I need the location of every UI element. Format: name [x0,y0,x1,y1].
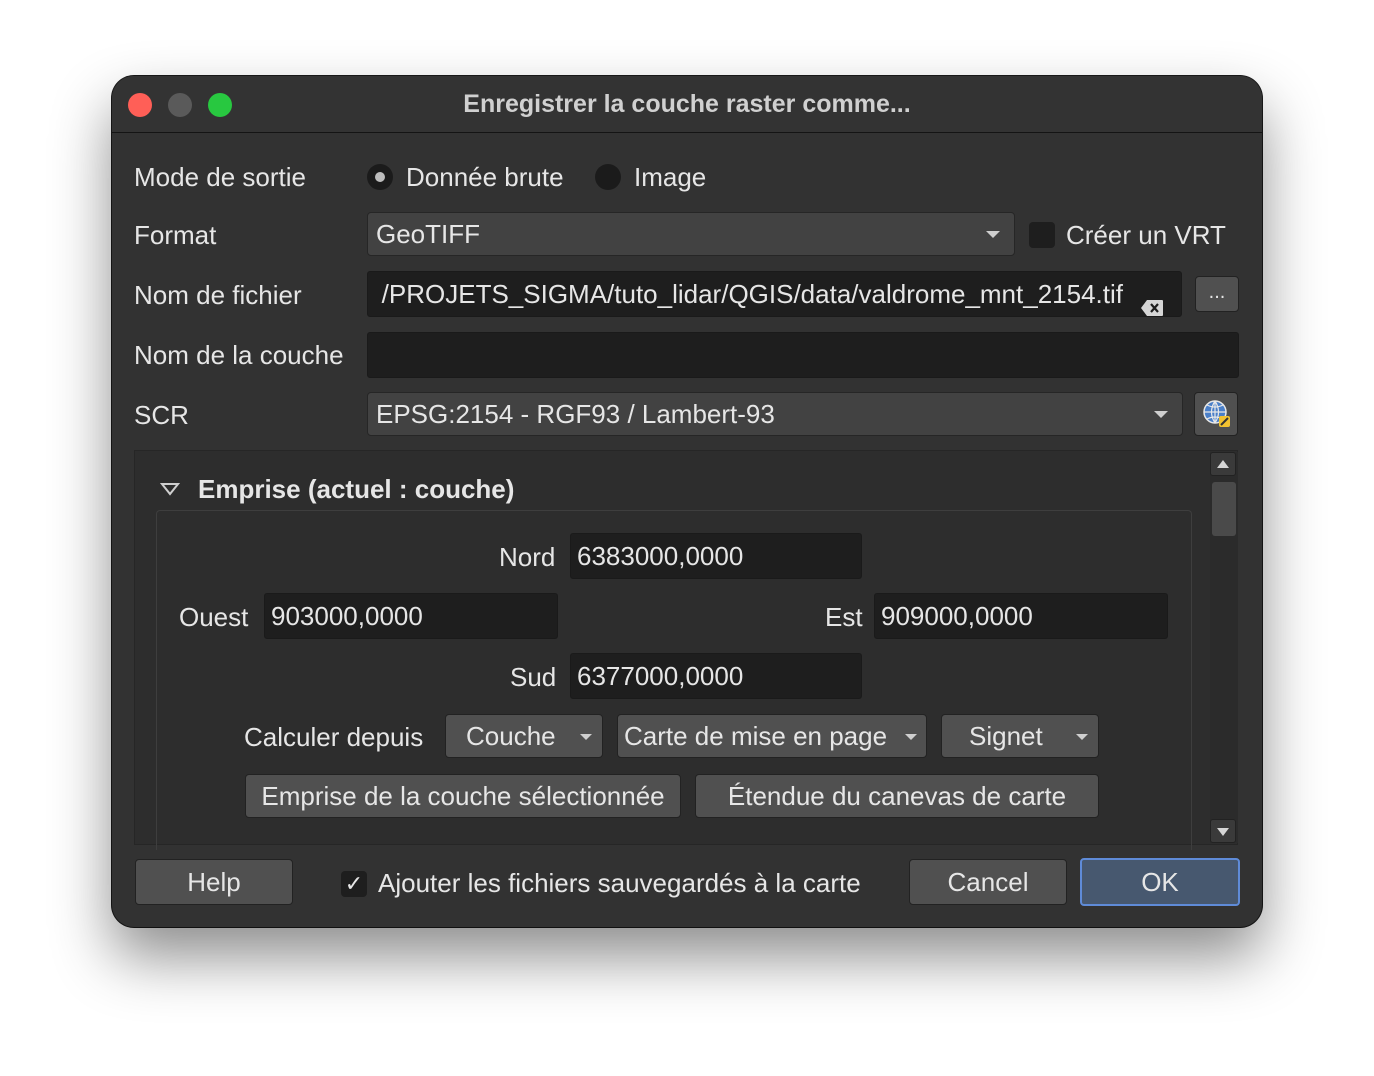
west-input[interactable]: 903000,0000 [264,593,558,639]
crs-label: SCR [134,400,189,430]
chevron-down-icon [580,734,592,740]
calc-from-bookmark-dropdown[interactable]: Signet [941,714,1099,758]
vertical-scrollbar[interactable] [1210,452,1238,843]
scroll-up-icon[interactable] [1210,452,1236,476]
calc-from-layout-dropdown[interactable]: Carte de mise en page [617,714,927,758]
title-bar: Enregistrer la couche raster comme... [112,76,1262,133]
extent-group-title[interactable]: Emprise (actuel : couche) [198,474,514,505]
create-vrt-checkbox[interactable] [1029,222,1055,248]
calc-from-bookmark-label: Signet [969,721,1043,751]
chevron-down-icon [905,734,917,740]
calc-from-layer-label: Couche [466,721,556,751]
collapse-triangle-icon[interactable] [159,481,181,502]
west-label: Ouest [179,602,249,632]
filename-input[interactable]: /PROJETS_SIGMA/tuto_lidar/QGIS/data/vald… [367,271,1182,317]
clear-text-icon[interactable] [1140,286,1164,316]
east-input[interactable]: 909000,0000 [874,593,1168,639]
north-label: Nord [499,542,556,572]
crs-value: EPSG:2154 - RGF93 / Lambert-93 [376,399,775,429]
create-vrt-label: Créer un VRT [1066,220,1226,250]
scroll-down-icon[interactable] [1210,819,1236,843]
image-radio[interactable] [595,164,621,190]
chevron-down-icon [986,231,1000,238]
south-label: Sud [510,662,557,692]
layer-name-label: Nom de la couche [134,340,344,370]
calc-from-label: Calculer depuis [244,722,424,752]
crs-selector-button[interactable] [1194,392,1238,436]
chevron-down-icon [1154,411,1168,418]
browse-file-button[interactable]: ... [1195,276,1239,312]
scrollbar-thumb[interactable] [1212,482,1236,536]
add-to-map-checkbox[interactable]: ✓ [341,871,367,897]
cancel-button[interactable]: Cancel [909,859,1067,905]
north-input[interactable]: 6383000,0000 [570,533,862,579]
filename-label: Nom de fichier [134,280,302,310]
filename-value: /PROJETS_SIGMA/tuto_lidar/QGIS/data/vald… [381,279,1123,309]
output-mode-label: Mode de sortie [134,162,306,192]
raw-data-label: Donnée brute [406,162,564,192]
format-value: GeoTIFF [376,219,481,249]
map-canvas-extent-button[interactable]: Étendue du canevas de carte [695,774,1099,818]
add-to-map-label: Ajouter les fichiers sauvegardés à la ca… [378,868,861,898]
window-title: Enregistrer la couche raster comme... [463,90,911,118]
format-label: Format [134,220,217,250]
help-button[interactable]: Help [135,859,293,905]
layer-name-input[interactable] [367,332,1239,378]
selected-layer-extent-button[interactable]: Emprise de la couche sélectionnée [245,774,681,818]
globe-icon [1202,399,1232,436]
format-combobox[interactable]: GeoTIFF [367,212,1015,256]
crs-combobox[interactable]: EPSG:2154 - RGF93 / Lambert-93 [367,392,1183,436]
chevron-down-icon [1076,734,1088,740]
east-label: Est [825,602,863,632]
raw-data-radio[interactable] [367,164,393,190]
image-label: Image [634,162,707,192]
calc-from-layer-dropdown[interactable]: Couche [445,714,603,758]
save-raster-dialog: Enregistrer la couche raster comme... Mo… [112,76,1262,927]
ok-button[interactable]: OK [1080,858,1240,906]
south-input[interactable]: 6377000,0000 [570,653,862,699]
calc-from-layout-label: Carte de mise en page [624,721,888,751]
